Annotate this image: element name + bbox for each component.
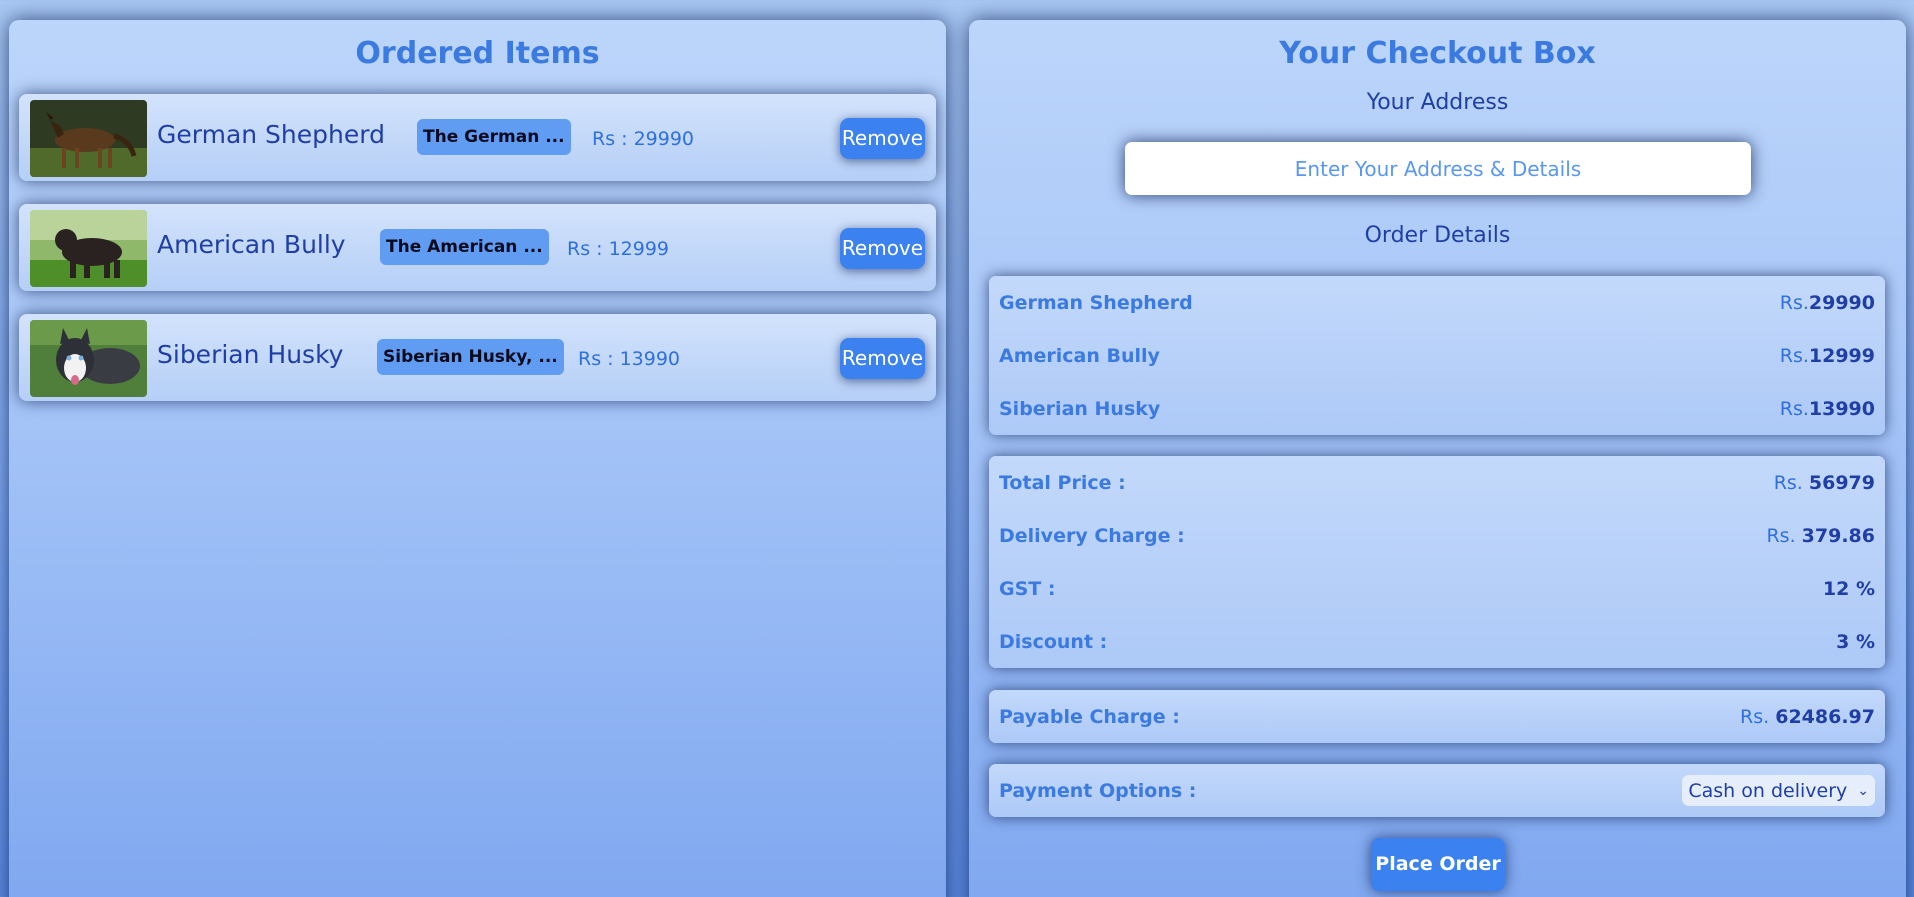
order-details-heading: Order Details	[1364, 223, 1511, 248]
item-price: Rs : 13990	[578, 348, 681, 370]
discount-value: 3 %	[1836, 630, 1875, 653]
ordered-items-panel: Ordered Items German Shepherd The German…	[9, 20, 946, 897]
delivery-charge-value: 379.86	[1801, 524, 1875, 547]
order-line-name: American Bully	[999, 344, 1160, 367]
order-lines-card: German Shepherd Rs.29990 American Bully …	[989, 276, 1885, 435]
currency-prefix: Rs.	[1779, 291, 1809, 314]
order-line-amount: 12999	[1808, 344, 1875, 367]
address-input[interactable]	[1125, 142, 1751, 195]
german-shepherd-image	[30, 100, 147, 177]
checkout-panel: Your Checkout Box Your Address Order Det…	[969, 20, 1906, 897]
payment-method-select[interactable]: Cash on delivery ⌄	[1682, 775, 1875, 806]
price-summary-card: Total Price : Rs. 56979 Delivery Charge …	[989, 456, 1885, 668]
currency-prefix: Rs.	[1779, 397, 1809, 420]
item-description-badge[interactable]: The German ...	[417, 119, 571, 155]
item-price: Rs : 29990	[592, 128, 695, 150]
remove-button[interactable]: Remove	[840, 118, 925, 159]
payment-options-label: Payment Options :	[999, 779, 1197, 802]
discount-label: Discount :	[999, 630, 1108, 653]
item-name: American Bully	[157, 230, 346, 259]
item-price: Rs : 12999	[567, 238, 670, 260]
ordered-item: American Bully The American ... Rs : 129…	[19, 204, 936, 291]
item-description-badge[interactable]: The American ...	[380, 229, 549, 265]
remove-button[interactable]: Remove	[840, 228, 925, 269]
payable-label: Payable Charge :	[999, 705, 1180, 728]
delivery-charge-label: Delivery Charge :	[999, 524, 1185, 547]
order-line: Siberian Husky Rs.13990	[989, 382, 1885, 435]
summary-row: Delivery Charge : Rs. 379.86	[989, 509, 1885, 562]
american-bully-image	[30, 210, 147, 287]
siberian-husky-image	[30, 320, 147, 397]
payment-method-value: Cash on delivery	[1688, 779, 1848, 802]
summary-row: GST : 12 %	[989, 562, 1885, 615]
order-line-amount: 29990	[1808, 291, 1875, 314]
total-price-value: 56979	[1808, 471, 1875, 494]
payment-options-card: Payment Options : Cash on delivery ⌄	[989, 764, 1885, 817]
ordered-item: German Shepherd The German ... Rs : 2999…	[19, 94, 936, 181]
currency-prefix: Rs.	[1779, 344, 1809, 367]
item-name: Siberian Husky	[157, 340, 344, 369]
gst-value: 12 %	[1822, 577, 1875, 600]
summary-row: Discount : 3 %	[989, 615, 1885, 668]
order-line: American Bully Rs.12999	[989, 329, 1885, 382]
order-line-amount: 13990	[1808, 397, 1875, 420]
item-description-badge[interactable]: Siberian Husky, ...	[377, 339, 564, 375]
payment-row: Payment Options : Cash on delivery ⌄	[989, 764, 1885, 817]
address-heading: Your Address	[1366, 90, 1509, 115]
ordered-item: Siberian Husky Siberian Husky, ... Rs : …	[19, 314, 936, 401]
order-line-name: German Shepherd	[999, 291, 1193, 314]
place-order-button[interactable]: Place Order	[1371, 838, 1505, 891]
payable-value: 62486.97	[1775, 705, 1875, 728]
checkout-title: Your Checkout Box	[1279, 36, 1596, 71]
total-price-label: Total Price :	[999, 471, 1126, 494]
currency-prefix: Rs.	[1766, 524, 1802, 547]
chevron-down-icon: ⌄	[1857, 782, 1869, 799]
gst-label: GST :	[999, 577, 1056, 600]
summary-row: Total Price : Rs. 56979	[989, 456, 1885, 509]
remove-button[interactable]: Remove	[840, 338, 925, 379]
currency-prefix: Rs.	[1773, 471, 1809, 494]
ordered-items-title: Ordered Items	[355, 36, 600, 71]
item-name: German Shepherd	[157, 120, 385, 149]
order-line-name: Siberian Husky	[999, 397, 1161, 420]
payable-card: Payable Charge : Rs. 62486.97	[989, 690, 1885, 743]
payable-row: Payable Charge : Rs. 62486.97	[989, 690, 1885, 743]
order-line: German Shepherd Rs.29990	[989, 276, 1885, 329]
currency-prefix: Rs.	[1740, 705, 1776, 728]
